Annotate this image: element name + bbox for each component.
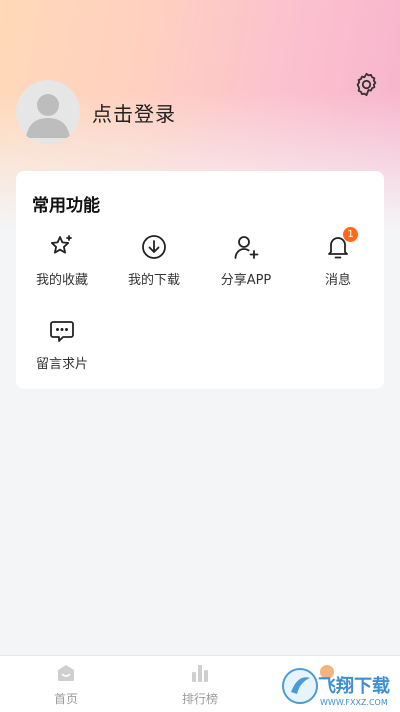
tab-ranking-label: 排行榜 bbox=[181, 692, 218, 706]
home-icon bbox=[58, 665, 74, 681]
site-watermark-logo: 飞翔下载 WWW.FXXZ.COM bbox=[282, 665, 390, 707]
unread-badge: 1 bbox=[343, 227, 358, 242]
download-icon bbox=[142, 235, 166, 259]
feature-label: 我的收藏 bbox=[35, 273, 88, 288]
feature-label: 分享APP bbox=[220, 273, 272, 288]
watermark-url: WWW.FXXZ.COM bbox=[320, 698, 388, 707]
features-card: 常用功能 我的收藏 我的下载 分享APP 1 消息 留言求片 bbox=[16, 171, 384, 389]
watermark-text: 飞翔下载 bbox=[318, 675, 390, 697]
feature-messages[interactable]: 1 消息 bbox=[292, 227, 384, 293]
features-title: 常用功能 bbox=[32, 196, 100, 216]
message-icon bbox=[50, 321, 74, 342]
feature-request-movie[interactable]: 留言求片 bbox=[16, 317, 108, 377]
feature-downloads[interactable]: 我的下载 bbox=[108, 233, 200, 293]
feature-label: 我的下载 bbox=[127, 273, 180, 288]
tab-ranking[interactable]: 排行榜 bbox=[150, 662, 250, 707]
feature-share-app[interactable]: 分享APP bbox=[200, 233, 292, 293]
feature-label: 留言求片 bbox=[35, 357, 88, 372]
gear-icon[interactable] bbox=[353, 71, 380, 98]
login-link[interactable]: 点击登录 bbox=[92, 98, 176, 127]
bell-icon-wrap: 1 bbox=[324, 227, 358, 261]
user-avatar-icon[interactable] bbox=[16, 80, 80, 144]
feature-favorites[interactable]: 我的收藏 bbox=[16, 233, 108, 293]
chart-icon bbox=[192, 665, 208, 682]
add-user-icon bbox=[234, 236, 259, 259]
feature-label: 消息 bbox=[324, 273, 351, 288]
star-icon bbox=[50, 235, 72, 254]
tab-home[interactable]: 首页 bbox=[16, 662, 116, 707]
tab-home-label: 首页 bbox=[53, 692, 78, 706]
